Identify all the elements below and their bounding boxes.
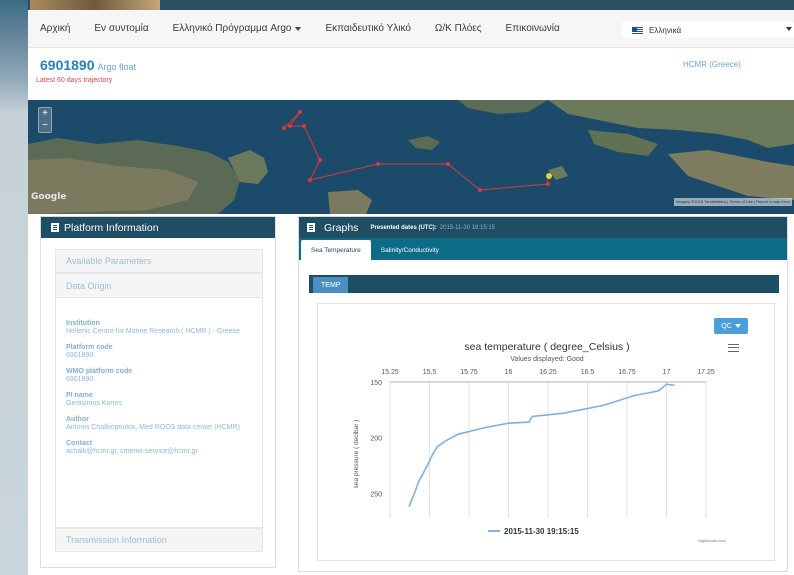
chart-subtitle: Values displayed: Good [510, 356, 584, 363]
x-tick-label: 17 [663, 369, 671, 376]
qc-label: QC [721, 322, 732, 330]
highcharts-credit[interactable]: Highcharts.com [698, 538, 726, 543]
graphs-title: Graphs [324, 221, 359, 234]
page: Αρχική Εν συντομία Ελληνικό Πρόγραμμα Ar… [28, 10, 794, 575]
accordion-label: Transmission Information [66, 535, 167, 545]
nav-item-label: Ελληνικό Πρόγραμμα Argo [172, 23, 292, 34]
float-type: Argo float [97, 62, 137, 72]
x-tick-label: 15.5 [423, 369, 437, 376]
accordion-label: Available Parameters [66, 256, 152, 266]
graph-tabs: Sea Temperature Salinity/Conductivity [299, 238, 787, 260]
field-label-platform-code: Platform code [66, 344, 113, 351]
accordion-label: Data Origin [66, 280, 112, 291]
x-axis-ticks: 15.25 15.5 15.75 16 16.25 16.5 16.75 17 17.25 [381, 369, 715, 376]
field-label-author: Author [66, 416, 89, 423]
x-tick-label: 16.75 [618, 369, 636, 376]
qc-dropdown-button[interactable]: QC [714, 318, 748, 334]
legend-label: 2015-11-30 19:15:15 [504, 527, 579, 536]
platform-panel-header: Platform Information [41, 217, 275, 238]
field-value-platform-code: 6901890 [66, 352, 94, 359]
x-tick-label: 15.25 [381, 369, 399, 376]
y-axis-ticks: 150 200 250 [370, 380, 382, 498]
x-tick-label: 17.25 [697, 369, 715, 376]
background-map-strip [0, 0, 28, 575]
tab-temp[interactable]: TEMP [313, 277, 349, 293]
x-tick-label: 16 [505, 369, 513, 376]
field-label-pi-name: PI name [66, 392, 93, 399]
nav-item-greek-argo[interactable]: Ελληνικό Πρόγραμμα Argo [173, 23, 302, 34]
greek-flag-icon [632, 26, 643, 34]
field-value-author: Antonis Chalkiopoulos, Med ROOS data cen… [66, 424, 240, 431]
presented-dates-label: Presented dates (UTC): [370, 224, 437, 231]
float-id: 6901890 [40, 57, 95, 73]
platform-panel-title: Platform Information [64, 221, 159, 234]
language-select[interactable]: Ελληνικά [622, 22, 794, 38]
main-nav: Αρχική Εν συντομία Ελληνικό Πρόγραμμα Ar… [28, 10, 794, 48]
chart-title: sea temperature ( degree_Celsius ) [464, 341, 629, 353]
trajectory-label: Latest 60 days trajectory [36, 77, 113, 84]
tab-sea-temperature[interactable]: Sea Temperature [301, 240, 371, 260]
parameter-bar: TEMP [309, 275, 779, 293]
zoom-out-button[interactable]: − [39, 120, 51, 132]
x-tick-label: 16.25 [539, 369, 557, 376]
field-value-contact: achalk@hcmr.gr, cmems-service@hcmr.gr [66, 448, 198, 455]
graphs-panel-header: Graphs Presented dates (UTC): 2015-11-30… [299, 217, 787, 238]
screen: Αρχική Εν συντομία Ελληνικό Πρόγραμμα Ar… [0, 0, 794, 575]
accordion-available-parameters[interactable]: Available Parameters [55, 249, 263, 273]
nav-item-home[interactable]: Αρχική [40, 23, 70, 34]
map-canvas [28, 100, 794, 214]
field-value-wmo-code: 6901890 [66, 376, 94, 383]
hamburger-menu-icon[interactable] [728, 344, 739, 352]
zoom-in-button[interactable]: + [39, 108, 51, 120]
chart-svg: sea temperature ( degree_Celsius ) Value… [353, 341, 715, 536]
zoom-control: + − [38, 107, 52, 133]
chart-grid [389, 381, 707, 518]
accordion-transmission-information[interactable]: Transmission Information [55, 528, 263, 552]
language-value: Ελληνικά [649, 25, 682, 35]
nav-item-about[interactable]: Εν συντομία [94, 23, 148, 34]
data-origin-body: Institution Hellenic Centre for Marine R… [55, 298, 263, 528]
background-photo [30, 0, 160, 10]
chart-container: sea temperature ( degree_Celsius ) Value… [317, 303, 775, 561]
institution-link[interactable]: HCMR (Greece) [683, 60, 741, 69]
field-label-wmo-code: WMO platform code [66, 368, 133, 375]
presented-dates-value: 2015-11-30 19:15:15 [439, 224, 496, 231]
graphs-panel: Graphs Presented dates (UTC): 2015-11-30… [298, 216, 788, 572]
platform-information-panel: Platform Information Available Parameter… [40, 216, 276, 568]
y-tick-label: 150 [370, 380, 382, 387]
y-tick-label: 250 [370, 491, 382, 498]
y-tick-label: 200 [370, 436, 382, 443]
accordion-data-origin[interactable]: Data Origin [55, 273, 263, 298]
nav-item-contact[interactable]: Επικοινωνία [506, 23, 560, 34]
x-tick-label: 15.75 [460, 369, 478, 376]
chart-icon [307, 223, 315, 232]
field-value-pi-name: Gerasimos Korres [66, 400, 123, 407]
field-label-institution: Institution [66, 320, 100, 327]
chart-legend[interactable]: 2015-11-30 19:15:15 [488, 527, 579, 536]
chevron-down-icon [734, 324, 741, 328]
float-title: 6901890 Argo float [40, 57, 136, 73]
chevron-down-icon [295, 26, 302, 31]
trajectory-map[interactable]: + − Google Imagery ©2015 TerraMetrics | … [28, 100, 794, 214]
series-line [408, 383, 675, 507]
field-label-contact: Contact [66, 440, 93, 447]
x-tick-label: 16.5 [581, 369, 595, 376]
document-icon [51, 223, 59, 232]
field-value-institution: Hellenic Centre for Marine Research ( HC… [66, 328, 240, 335]
tab-salinity-conductivity[interactable]: Salinity/Conductivity [371, 240, 449, 260]
float-position-marker[interactable] [546, 173, 552, 179]
map-attribution[interactable]: Imagery ©2015 TerraMetrics | Terms of Us… [673, 198, 792, 206]
y-axis-label: sea pressure ( decibar ) [353, 420, 360, 489]
nav-item-cruises[interactable]: Ω/Κ Πλόες [435, 23, 482, 34]
nav-item-education[interactable]: Εκπαιδευτικό Υλικό [325, 23, 410, 34]
chevron-down-icon [786, 27, 792, 31]
chart-series [408, 383, 675, 507]
google-logo: Google [31, 192, 67, 202]
